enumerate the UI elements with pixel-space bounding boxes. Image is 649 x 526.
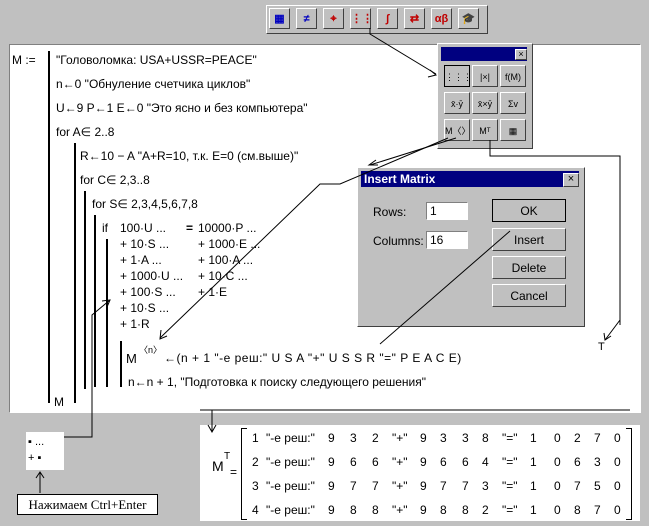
arrow-toolbar-to-palette (369, 28, 437, 75)
arrow-transpose-line (489, 140, 621, 325)
annotation-arrows (35, 28, 630, 493)
arrow-cell-to-condition (64, 299, 111, 438)
arrow-palette-to-m (159, 137, 449, 339)
arrow-transpose-to-t (604, 319, 621, 341)
arrow-mcol-to-dialog (369, 137, 457, 166)
arrow-insert-to-expr (379, 230, 511, 345)
arrow-toolbar-to-palette-head (427, 69, 438, 78)
